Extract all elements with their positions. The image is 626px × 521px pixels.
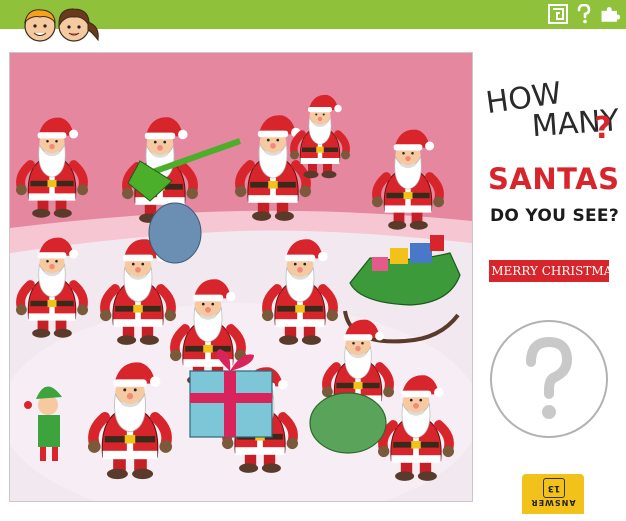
merry-christmas-banner: ★ MERRY CHRISTMAS — [477, 260, 621, 282]
subject-title: SANTAS — [488, 162, 620, 196]
banner-text: MERRY CHRISTMAS — [491, 264, 621, 278]
star-icon: ★ — [477, 264, 489, 278]
maze-icon[interactable] — [548, 4, 568, 24]
question-mark-icon[interactable] — [574, 4, 594, 24]
svg-text:?: ? — [594, 111, 611, 140]
two-kids-logo — [24, 8, 99, 42]
how-many-title: HOW MANY ? — [484, 76, 621, 140]
answer-circle[interactable] — [490, 320, 608, 438]
answer-number: 13 — [543, 478, 565, 498]
question-mark-placeholder — [492, 322, 606, 436]
answer-tab[interactable]: 13 ANSWER — [522, 474, 584, 514]
santas-illustration — [9, 52, 473, 502]
top-icons — [548, 4, 620, 24]
answer-label: ANSWER — [530, 498, 576, 507]
puzzle-piece-icon[interactable] — [600, 4, 620, 24]
prompt-text: DO YOU SEE? — [490, 206, 619, 226]
